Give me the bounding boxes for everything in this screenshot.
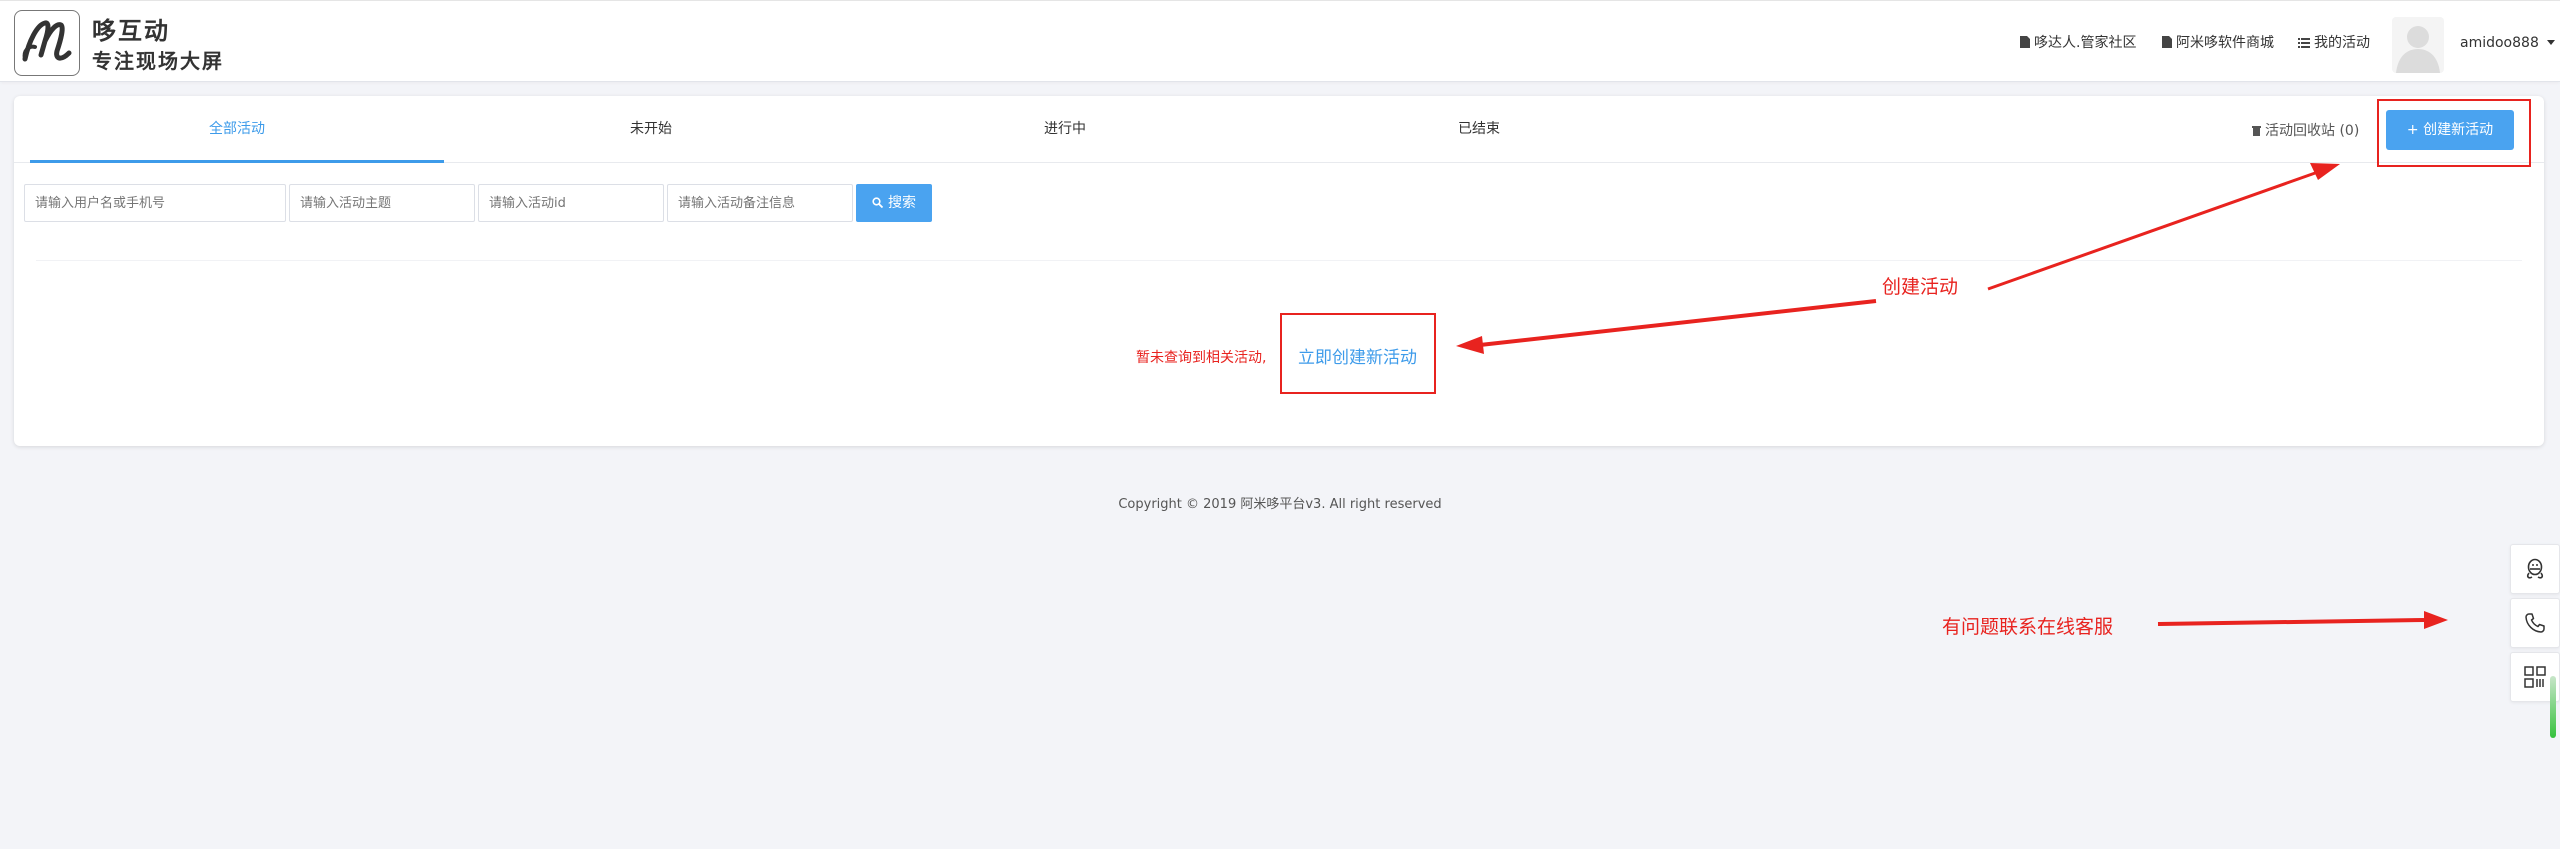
annotation-create: 创建活动 <box>1882 276 1959 298</box>
avatar[interactable] <box>2392 17 2444 73</box>
top-header: 哆互动 专注现场大屏 哆达人.管家社区 阿米哆软件商城 我的活动 amidoo8… <box>0 0 2560 82</box>
list-icon <box>2298 36 2310 52</box>
brand-slogan: 专注现场大屏 <box>92 49 224 73</box>
tab-ended[interactable]: 已结束 <box>1272 96 1686 162</box>
tab-all[interactable]: 全部活动 <box>30 96 444 163</box>
recycle-bin-label: 活动回收站 (0) <box>2265 123 2360 139</box>
qrcode-icon <box>2524 666 2546 688</box>
nav-link-label: 我的活动 <box>2314 35 2370 51</box>
qq-icon <box>2526 558 2544 579</box>
nav-link-my-activities[interactable]: 我的活动 <box>2298 32 2370 52</box>
activity-panel: 全部活动 未开始 进行中 已结束 活动回收站 (0) + 创建新活动 搜索 <box>14 96 2544 446</box>
search-button[interactable]: 搜索 <box>856 184 932 222</box>
nav-link-store[interactable]: 阿米哆软件商城 <box>2162 32 2274 52</box>
tab-in-progress[interactable]: 进行中 <box>858 96 1272 162</box>
recycle-bin-link[interactable]: 活动回收站 (0) <box>2252 120 2359 140</box>
user-or-phone-input[interactable] <box>24 184 286 222</box>
trash-icon <box>2252 124 2261 140</box>
logo-m-icon <box>22 20 72 62</box>
user-menu[interactable]: amidoo888 <box>2460 33 2556 51</box>
highlight-create-button <box>2377 99 2531 167</box>
tab-not-started[interactable]: 未开始 <box>444 96 858 162</box>
empty-message: 暂未查询到相关活动, <box>1136 350 1267 366</box>
phone-icon <box>2525 613 2545 633</box>
qq-service-button[interactable] <box>2510 544 2560 594</box>
phone-service-button[interactable] <box>2510 598 2560 648</box>
nav-link-label: 阿米哆软件商城 <box>2176 35 2274 51</box>
username-label: amidoo888 <box>2460 35 2539 51</box>
topic-input[interactable] <box>289 184 475 222</box>
nav-link-label: 哆达人.管家社区 <box>2034 35 2137 51</box>
search-button-label: 搜索 <box>888 195 916 211</box>
document-icon <box>2162 36 2172 52</box>
copyright-text: Copyright © 2019 阿米哆平台v3. All right rese… <box>1118 497 1442 512</box>
search-icon <box>872 185 884 223</box>
activity-tabs: 全部活动 未开始 进行中 已结束 <box>14 96 2544 163</box>
document-icon <box>2020 36 2030 52</box>
empty-results-area <box>36 260 2522 431</box>
nav-link-community[interactable]: 哆达人.管家社区 <box>2020 32 2136 52</box>
scroll-indicator[interactable] <box>2550 676 2556 738</box>
highlight-create-link <box>1280 313 1436 394</box>
arrow-to-service-tools <box>2157 611 2448 629</box>
annotation-service: 有问题联系在线客服 <box>1942 616 2114 638</box>
user-silhouette-icon <box>2396 26 2440 73</box>
brand-logo[interactable] <box>14 10 80 76</box>
brand-name: 哆互动 <box>92 17 170 45</box>
activity-id-input[interactable] <box>478 184 664 222</box>
caret-down-icon <box>2547 33 2556 49</box>
note-input[interactable] <box>667 184 853 222</box>
